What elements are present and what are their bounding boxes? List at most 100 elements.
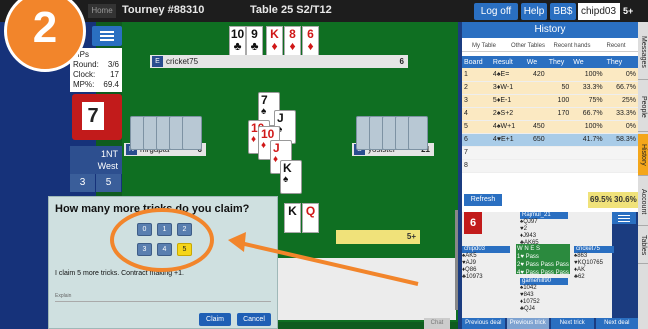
table-cell: 66.7%	[604, 81, 638, 95]
diagram-suit: ♠1042	[520, 285, 537, 291]
tab-recent-hands[interactable]: Recent hands	[550, 40, 594, 52]
home-button[interactable]: Home	[88, 4, 116, 18]
trick-option-4[interactable]: 4	[157, 243, 172, 256]
claim-button[interactable]: Claim	[199, 313, 231, 326]
chat-area[interactable]	[278, 258, 456, 320]
table-cell	[490, 146, 525, 160]
diagram-suit: ♥2	[520, 226, 527, 232]
table-row[interactable]: 4 2♠S+2 170 66.7% 33.3%	[462, 107, 638, 121]
tab-other-tables[interactable]: Other Tables	[506, 40, 550, 52]
table-row[interactable]: 8	[462, 159, 638, 173]
mp-label: MP%:	[73, 80, 95, 89]
diagram-suit: ♥843	[520, 292, 534, 298]
bbs-button[interactable]: BB$	[550, 3, 576, 20]
north-card[interactable]: 8 ♦	[284, 26, 301, 56]
tab-my-table[interactable]: My Table	[462, 40, 506, 52]
step-number: 2	[32, 3, 58, 52]
north-card[interactable]: 9 ♣	[246, 26, 263, 56]
tab-tables[interactable]: Tables	[638, 228, 648, 264]
south-card[interactable]: Q	[302, 203, 319, 233]
north-nameplate: E cricket75 6	[150, 55, 408, 68]
table-row[interactable]: 6 4♥E+1 650 41.7% 58.3%	[462, 133, 638, 147]
clock-value: 17	[110, 70, 119, 79]
diagram-suit: ♣62	[574, 274, 585, 280]
diagram-suit: ♥AJ9	[462, 260, 476, 266]
col-they-pct: They	[604, 56, 638, 68]
table-cell: 33.3%	[604, 107, 638, 121]
diagram-west-name: chipd03	[462, 246, 510, 253]
diagram-menu-icon[interactable]	[612, 212, 636, 224]
diagram-suit: ♦Q86	[462, 267, 477, 273]
table-cell: 4♠W+1	[490, 120, 525, 134]
trick-option-2[interactable]: 2	[177, 223, 192, 236]
table-row[interactable]: 7	[462, 146, 638, 160]
diagram-suit: ♦10752	[520, 299, 540, 305]
table-row[interactable]: 2 3♦W-1 50 33.3% 66.7%	[462, 81, 638, 95]
cancel-button[interactable]: Cancel	[237, 313, 271, 326]
round-label: Round:	[73, 60, 99, 69]
diagram-suit: ♣10973	[462, 274, 483, 280]
hamburger-menu-icon[interactable]	[92, 26, 122, 46]
table-row[interactable]: 3 5♦E-1 100 75% 25%	[462, 94, 638, 108]
table-cell: 7	[462, 146, 491, 160]
tab-people[interactable]: People	[638, 82, 648, 132]
table-cell	[524, 107, 547, 121]
tab-account[interactable]: Account	[638, 178, 648, 226]
diagram-suit: ♦J943	[520, 233, 537, 239]
refresh-button[interactable]: Refresh	[464, 194, 502, 206]
trick-option-0[interactable]: 0	[137, 223, 152, 236]
chat-button[interactable]: Chat	[424, 318, 450, 329]
board-number: 7	[82, 102, 104, 130]
table-cell: 0%	[604, 120, 638, 134]
bidding-box: W N E S 1♥ Pass 2♥ Pass Pass Pass 4♥ Pas…	[516, 244, 570, 276]
previous-deal-button[interactable]: Previous deal	[462, 318, 505, 329]
score-indicator: 5+	[623, 6, 634, 16]
trick-card: K ♠	[280, 160, 302, 194]
table-cell	[546, 133, 572, 147]
contract-display: 1NT West	[70, 146, 122, 176]
table-row[interactable]: 1 4♠E= 420 100% 0%	[462, 68, 638, 82]
tab-history[interactable]: History	[638, 134, 648, 176]
history-title: History	[462, 22, 638, 38]
side-tab-strip: Messages People History Account Tables	[638, 22, 648, 329]
diagram-suit: ♦AK	[574, 267, 586, 273]
table-cell: 5	[462, 120, 491, 134]
north-card[interactable]: 6 ♦	[302, 26, 319, 56]
diagram-board-number: 6	[464, 212, 482, 234]
trick-count-selector: 0 1 2 3 4 5	[133, 219, 195, 261]
table-row[interactable]: 5 4♠W+1 450 100% 0%	[462, 120, 638, 134]
table-cell: 3♦W-1	[490, 81, 525, 95]
tab-messages[interactable]: Messages	[638, 24, 648, 80]
north-player-name[interactable]: cricket75	[166, 57, 198, 66]
previous-trick-button[interactable]: Previous trick	[506, 318, 549, 329]
claim-title: How many more tricks do you claim?	[55, 203, 250, 215]
table-cell: 75%	[571, 94, 605, 108]
table-cell	[490, 159, 525, 173]
help-button[interactable]: Help	[521, 3, 547, 20]
logoff-button[interactable]: Log off	[474, 3, 518, 20]
trick-tally: 3 5	[70, 174, 122, 192]
north-count: 6	[399, 57, 404, 66]
col-we-pct: We	[571, 56, 605, 68]
tab-recent[interactable]: Recent	[594, 40, 638, 52]
tally-ns: 3	[70, 174, 96, 192]
diagram-north-name: Rajmul_21	[520, 212, 568, 219]
north-card[interactable]: 10 ♣	[229, 26, 246, 56]
next-trick-button[interactable]: Next trick	[551, 318, 594, 329]
table-cell: 58.3%	[604, 133, 638, 147]
trick-option-3[interactable]: 3	[137, 243, 152, 256]
table-cell	[546, 120, 572, 134]
next-deal-button[interactable]: Next deal	[595, 318, 638, 329]
round-value: 3/6	[107, 60, 119, 69]
trick-option-1[interactable]: 1	[157, 223, 172, 236]
table-cell	[546, 159, 572, 173]
north-card[interactable]: K ♦	[266, 26, 283, 56]
total-we: 69.5%	[588, 192, 615, 208]
explain-input[interactable]	[55, 301, 271, 302]
card-back	[182, 116, 202, 150]
south-card[interactable]: K	[284, 203, 301, 233]
table-cell	[546, 68, 572, 82]
col-they-score: They	[546, 56, 572, 68]
trick-option-5[interactable]: 5	[177, 243, 192, 256]
username-display[interactable]: chipd03	[578, 3, 620, 20]
